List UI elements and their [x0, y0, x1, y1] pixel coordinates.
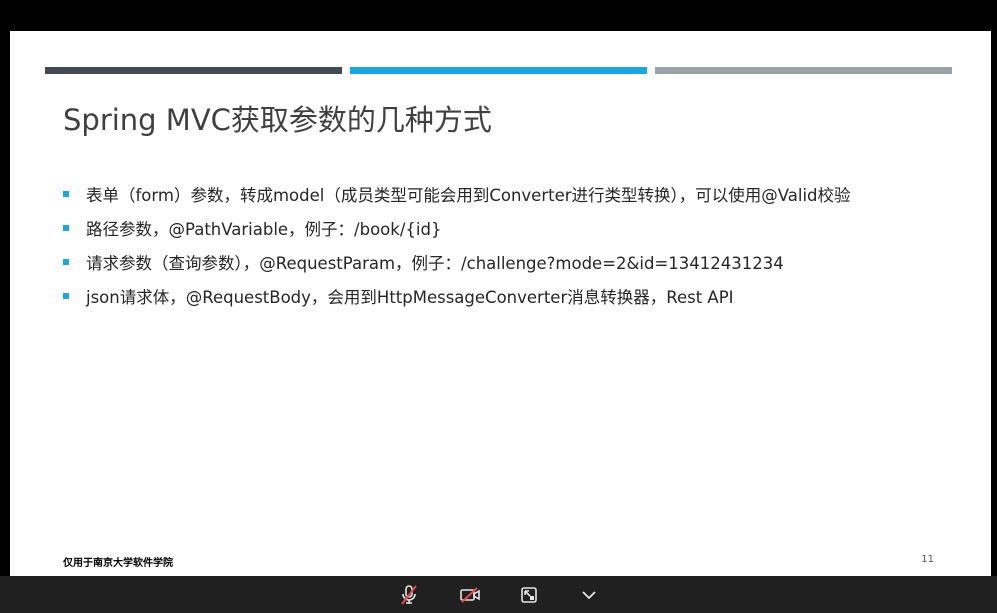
header-stripe-blue: [350, 67, 647, 74]
exit-fullscreen-icon[interactable]: [517, 583, 541, 607]
slide-title: Spring MVC获取参数的几种方式: [63, 103, 492, 137]
bullet-square-icon: [63, 191, 69, 197]
bullet-text: json请求体，@RequestBody，会用到HttpMessageConve…: [86, 288, 734, 307]
bullet-square-icon: [63, 225, 69, 231]
top-black-bar: [0, 0, 997, 31]
bullet-item: 路径参数，@PathVariable，例子：/book/{id}: [63, 211, 851, 245]
camera-off-icon[interactable]: [458, 583, 482, 607]
microphone-muted-icon[interactable]: [397, 583, 421, 607]
bullet-item: json请求体，@RequestBody，会用到HttpMessageConve…: [63, 279, 851, 313]
bullet-text: 请求参数（查询参数），@RequestParam，例子：/challenge?m…: [86, 254, 784, 273]
bullet-text: 表单（form）参数，转成model（成员类型可能会用到Converter进行类…: [86, 186, 851, 205]
presentation-slide: Spring MVC获取参数的几种方式 表单（form）参数，转成model（成…: [10, 31, 991, 576]
bullet-item: 表单（form）参数，转成model（成员类型可能会用到Converter进行类…: [63, 177, 851, 211]
meeting-control-bar: [0, 576, 997, 613]
header-stripe-dark: [45, 67, 342, 74]
bullet-square-icon: [63, 293, 69, 299]
bullet-text: 路径参数，@PathVariable，例子：/book/{id}: [86, 220, 442, 239]
bullet-list: 表单（form）参数，转成model（成员类型可能会用到Converter进行类…: [63, 177, 851, 313]
header-stripe-gray: [655, 67, 952, 74]
page-number: 11: [921, 554, 934, 565]
chevron-down-icon[interactable]: [577, 583, 601, 607]
bullet-item: 请求参数（查询参数），@RequestParam，例子：/challenge?m…: [63, 245, 851, 279]
footer-note: 仅用于南京大学软件学院: [63, 558, 173, 569]
bullet-square-icon: [63, 259, 69, 265]
